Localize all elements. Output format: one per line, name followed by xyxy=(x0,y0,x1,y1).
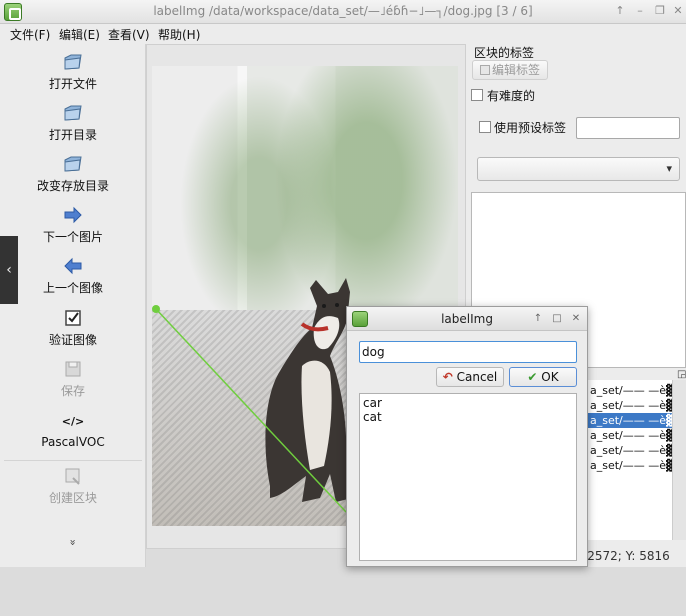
cancel-button[interactable]: ↶ Cancel xyxy=(436,367,504,387)
checkbox-checked-icon xyxy=(65,310,81,326)
dialog-up-icon[interactable]: ↑ xyxy=(531,312,545,326)
menu-view[interactable]: 查看(V) xyxy=(108,26,150,43)
next-image-label: 下一个图片 xyxy=(42,230,103,244)
maximize-icon[interactable]: ❐ xyxy=(652,3,668,19)
arrow-right-icon xyxy=(64,206,82,224)
dialog-maximize-icon[interactable]: □ xyxy=(550,312,564,326)
label-history-item[interactable]: cat xyxy=(360,410,576,424)
toolbar-expand-icon[interactable]: » xyxy=(67,470,80,616)
save-button[interactable]: 保存 xyxy=(0,359,146,399)
folder-icon xyxy=(64,54,82,70)
undo-icon: ↶ xyxy=(442,370,453,384)
difficult-label: 有难度的 xyxy=(487,89,536,103)
label-history-item[interactable]: car xyxy=(360,396,576,410)
menu-bar: 文件(F) 编辑(E) 查看(V) 帮助(H) xyxy=(0,24,686,44)
next-image-button[interactable]: 下一个图片 xyxy=(0,205,146,245)
dialog-title-bar: labelImg ↑ □ ✕ xyxy=(347,307,587,331)
left-toolbar: 打开文件 打开目录 改变存放目录 下一个图片 上一个图像 验证图像 保存 </>… xyxy=(0,44,146,567)
verify-image-label: 验证图像 xyxy=(48,333,97,347)
open-file-label: 打开文件 xyxy=(48,77,97,91)
title-bar: labelImg /data/workspace/data_set/—˩éɓɦ−… xyxy=(0,0,686,24)
open-dir-button[interactable]: 打开目录 xyxy=(0,103,146,143)
arrow-left-icon xyxy=(64,257,82,275)
save-icon xyxy=(65,361,81,377)
folder-icon xyxy=(64,105,82,121)
window-title: labelImg /data/workspace/data_set/—˩éɓɦ−… xyxy=(153,4,533,18)
window-up-icon[interactable]: ↑ xyxy=(612,3,628,19)
label-dialog: labelImg ↑ □ ✕ ↶ Cancel ✔ OK car cat xyxy=(346,306,588,567)
chevron-down-icon: ▾ xyxy=(666,162,672,175)
difficult-checkbox[interactable] xyxy=(471,89,483,101)
default-label-input[interactable] xyxy=(576,117,680,139)
ok-label: OK xyxy=(541,370,559,384)
edit-label-button[interactable]: 编辑标签 xyxy=(472,60,548,80)
minimize-icon[interactable]: – xyxy=(632,3,648,19)
use-default-label-checkbox[interactable] xyxy=(479,121,491,133)
menu-file[interactable]: 文件(F) xyxy=(10,26,50,43)
prev-image-label: 上一个图像 xyxy=(42,281,103,295)
change-save-dir-button[interactable]: 改变存放目录 xyxy=(0,154,146,194)
folder-icon xyxy=(64,156,82,172)
prev-nav-arrow[interactable]: ‹ xyxy=(0,236,18,304)
format-label: PascalVOC xyxy=(41,435,105,449)
menu-help[interactable]: 帮助(H) xyxy=(158,26,200,43)
close-icon[interactable]: ✕ xyxy=(670,3,686,19)
edit-label-text: 编辑标签 xyxy=(491,63,540,77)
menu-edit[interactable]: 编辑(E) xyxy=(59,26,100,43)
open-file-button[interactable]: 打开文件 xyxy=(0,52,146,92)
file-list-scrollbar[interactable] xyxy=(672,380,686,540)
label-input[interactable] xyxy=(359,341,577,363)
format-toggle-button[interactable]: </> PascalVOC xyxy=(0,412,146,449)
dock-title: 区块的标签 xyxy=(474,46,535,60)
label-history-list[interactable]: car cat xyxy=(359,393,577,561)
change-save-dir-label: 改变存放目录 xyxy=(36,179,109,193)
cancel-label: Cancel xyxy=(456,370,498,384)
checkmark-icon: ✔ xyxy=(527,370,538,384)
edit-icon xyxy=(479,65,490,75)
use-default-label-text: 使用预设标签 xyxy=(494,121,567,135)
prev-image-button[interactable]: 上一个图像 xyxy=(0,256,146,296)
open-dir-label: 打开目录 xyxy=(48,128,97,142)
dialog-close-icon[interactable]: ✕ xyxy=(569,312,583,326)
save-label: 保存 xyxy=(60,384,85,398)
code-icon: </> xyxy=(61,415,85,428)
dock-float-icon[interactable]: ◲ xyxy=(677,369,686,380)
toolbar-divider xyxy=(4,460,142,461)
verify-image-button[interactable]: 验证图像 xyxy=(0,308,146,348)
ok-button[interactable]: ✔ OK xyxy=(509,367,577,387)
label-combo[interactable]: ▾ xyxy=(477,157,680,181)
